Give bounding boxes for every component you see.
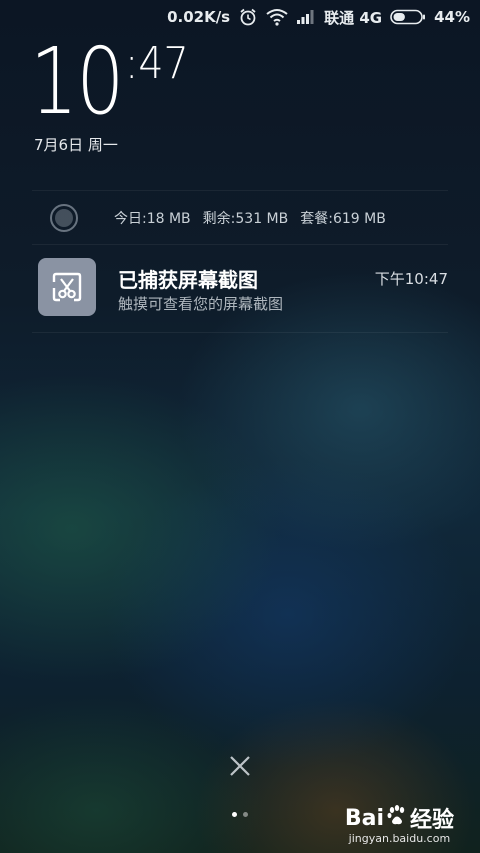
divider	[32, 332, 448, 333]
battery-percent: 44%	[434, 8, 470, 26]
battery-icon	[390, 9, 426, 25]
screenshot-scissors-icon	[38, 258, 96, 316]
notification-title: 已捕获屏幕截图	[118, 268, 258, 292]
page-indicator	[232, 812, 248, 817]
lock-clock: 10 :47	[30, 28, 189, 135]
baidu-logo: Bai 经验	[344, 804, 454, 833]
network-speed: 0.02K/s	[167, 8, 231, 26]
notification-time: 下午10:47	[374, 270, 448, 288]
clock-hour: 10	[30, 28, 124, 135]
alarm-icon	[238, 7, 258, 27]
data-plan: 套餐:619 MB	[300, 211, 386, 227]
baidu-jingyan-watermark: Bai 经验 jingyan.baidu.com	[345, 802, 454, 845]
divider	[32, 244, 448, 245]
signal-icon	[296, 9, 316, 25]
close-icon	[230, 756, 250, 776]
divider	[32, 190, 448, 191]
data-remaining: 剩余:531 MB	[202, 211, 289, 227]
clear-notifications-button[interactable]	[226, 752, 254, 780]
data-usage-row[interactable]: 今日:18 MB 剩余:531 MB 套餐:619 MB	[32, 192, 448, 244]
notification-subtitle: 触摸可查看您的屏幕截图	[118, 295, 284, 313]
page-dot	[243, 812, 248, 817]
paw-icon	[386, 804, 408, 832]
data-usage-ring-icon	[50, 204, 78, 232]
data-usage-stats: 今日:18 MB 剩余:531 MB 套餐:619 MB	[114, 208, 386, 228]
date-label: 7月6日 周一	[34, 136, 118, 154]
screenshot-notification[interactable]: 已捕获屏幕截图 触摸可查看您的屏幕截图 下午10:47	[32, 246, 448, 332]
carrier-label: 联通 4G	[324, 8, 383, 27]
page-dot-active	[232, 812, 237, 817]
data-today: 今日:18 MB	[114, 211, 191, 227]
wifi-icon	[266, 8, 288, 26]
clock-minute: :47	[125, 38, 189, 89]
watermark-url: jingyan.baidu.com	[348, 832, 451, 845]
